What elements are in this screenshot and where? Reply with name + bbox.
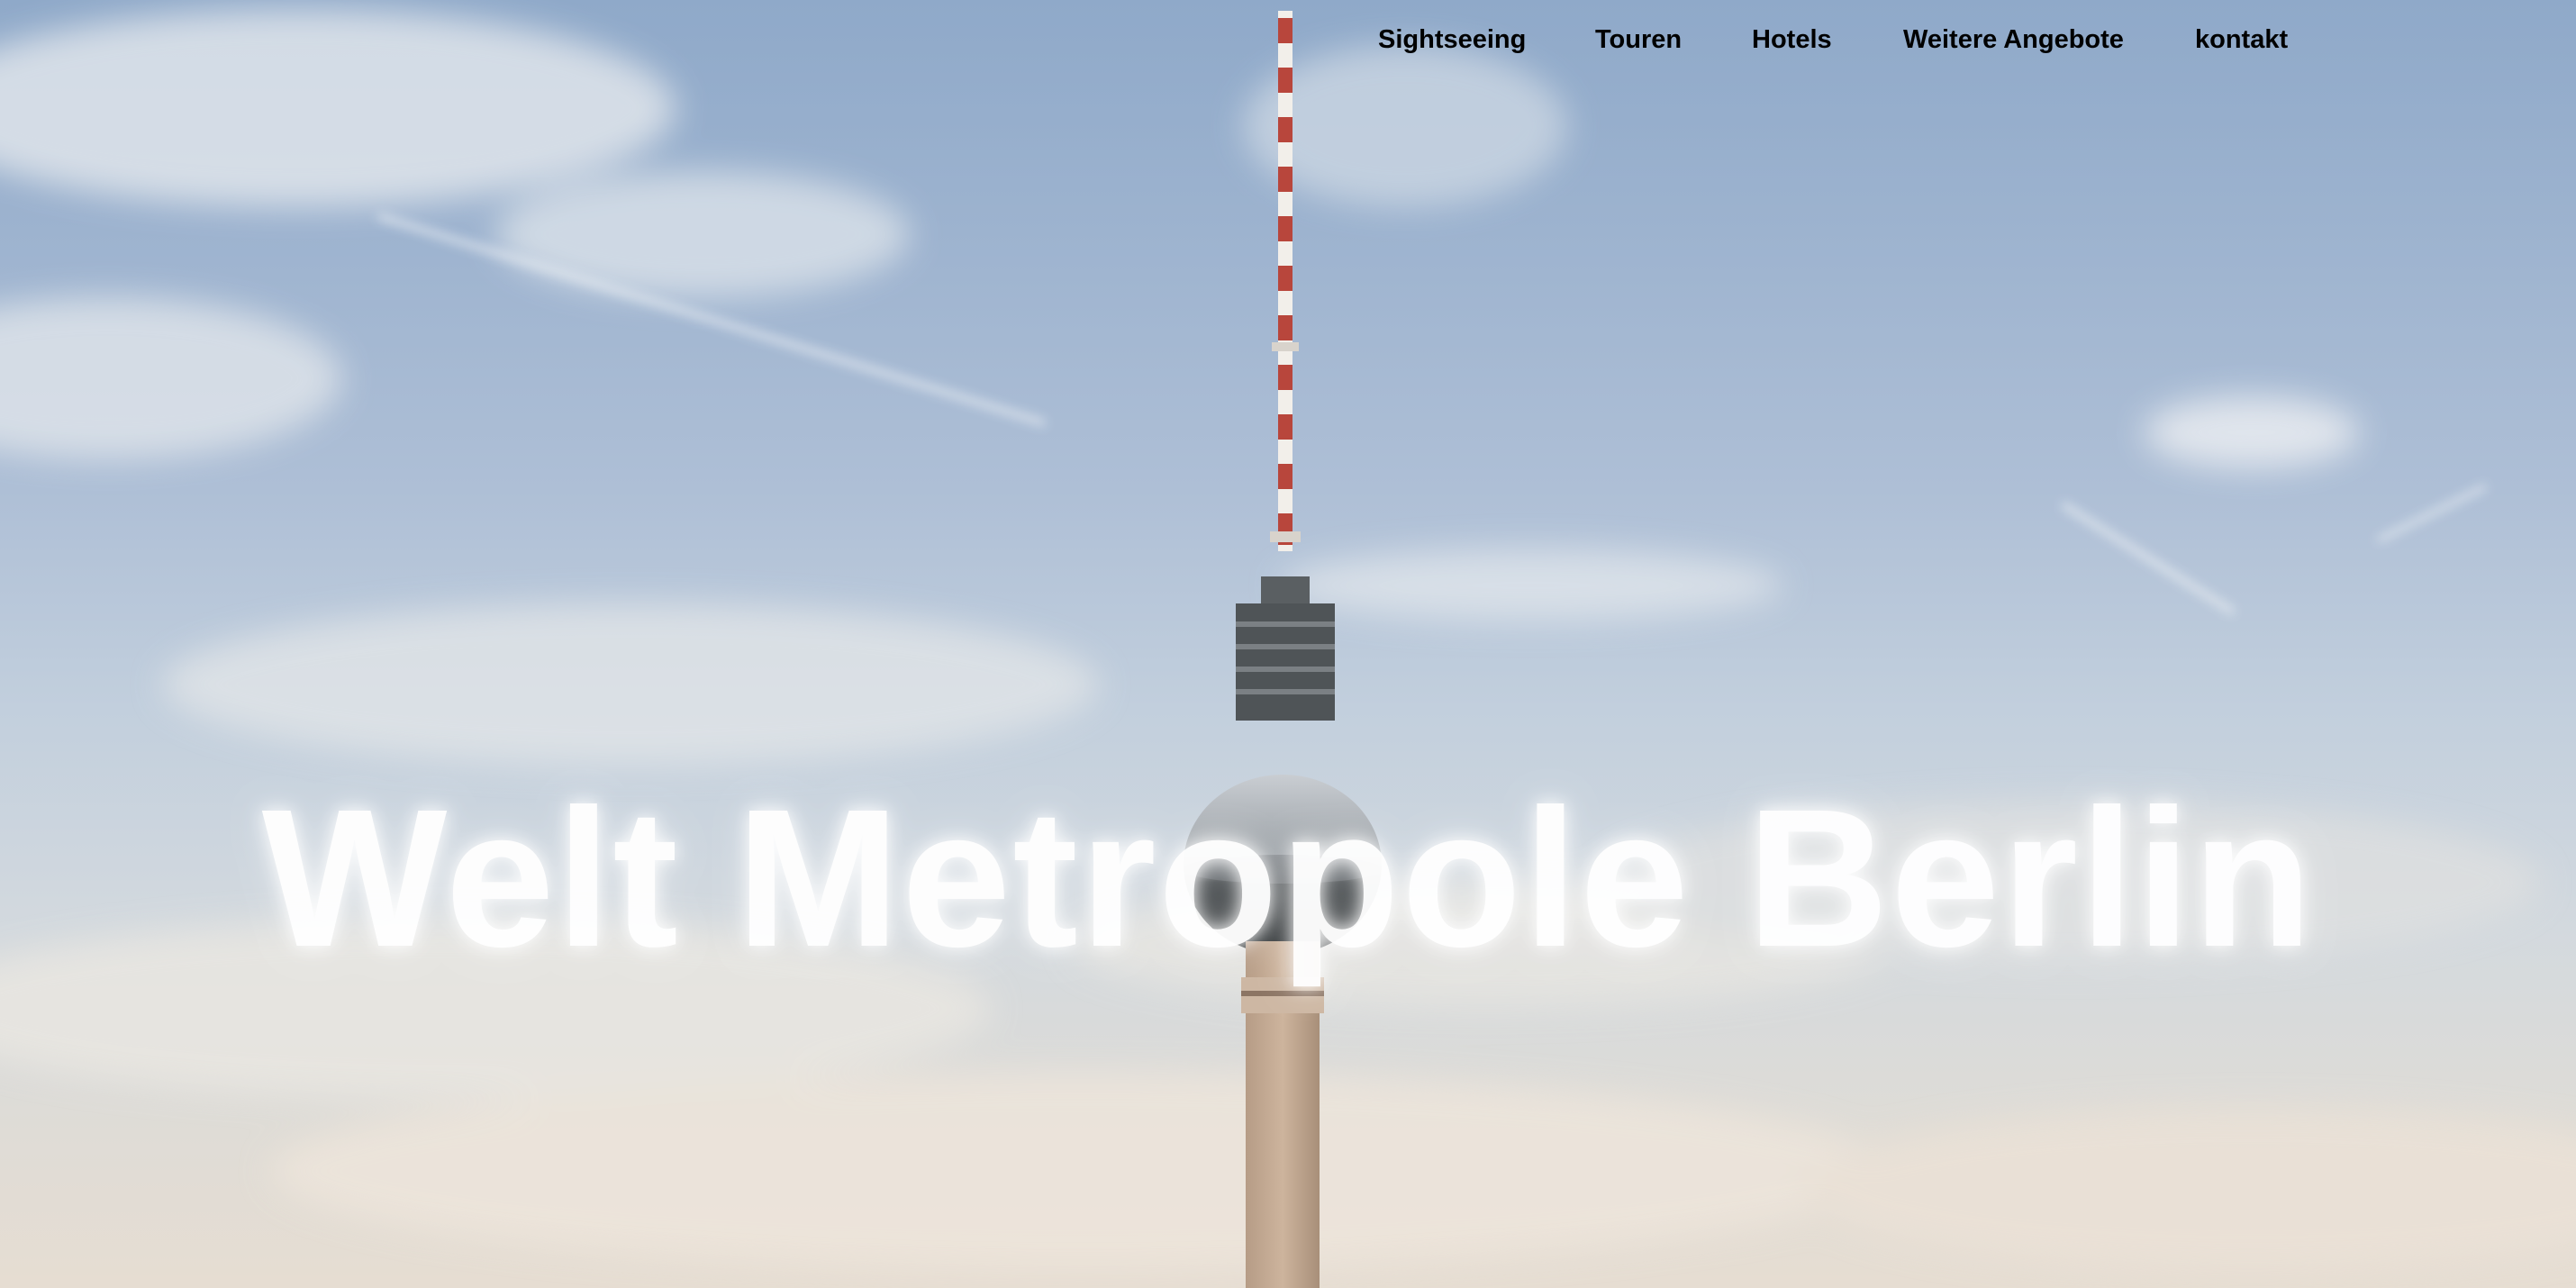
nav-item-sightseeing[interactable]: Sightseeing — [1378, 23, 1526, 56]
main-navigation: Sightseeing Touren Hotels Weitere Angebo… — [0, 0, 2576, 81]
hero-section: Welt Metropole Berlin — [0, 0, 2576, 1288]
nav-item-touren[interactable]: Touren — [1595, 23, 1682, 56]
hero-background-image — [0, 9, 2576, 1288]
nav-item-hotels[interactable]: Hotels — [1752, 23, 1832, 56]
hero-headline: Welt Metropole Berlin — [261, 769, 2315, 989]
nav-item-kontakt[interactable]: kontakt — [2195, 23, 2288, 56]
nav-item-weitere-angebote[interactable]: Weitere Angebote — [1903, 23, 2124, 56]
